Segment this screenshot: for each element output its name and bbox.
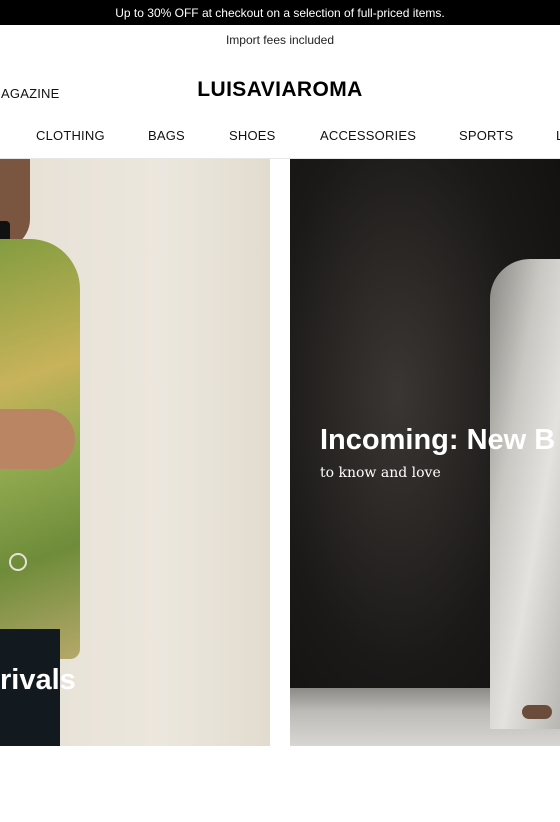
card-title: rivals bbox=[0, 664, 76, 696]
nav-item-sports[interactable]: SPORTS bbox=[459, 128, 513, 143]
site-logo[interactable]: LUISAVIAROMA bbox=[0, 78, 560, 102]
promo-card-new-arrivals[interactable]: rivals bbox=[0, 159, 270, 746]
fees-text: Import fees included bbox=[225, 33, 335, 47]
nav-item-shoes[interactable]: SHOES bbox=[229, 128, 276, 143]
promo-banner[interactable]: Up to 30% OFF at checkout on a selection… bbox=[0, 0, 560, 25]
card-subtitle: to know and love bbox=[320, 465, 441, 481]
nav-item-clothing[interactable]: CLOTHING bbox=[36, 128, 105, 143]
nav-item-bags[interactable]: BAGS bbox=[148, 128, 185, 143]
nav-item-partial[interactable]: L bbox=[556, 128, 560, 143]
model-coat bbox=[490, 259, 560, 729]
ring-detail bbox=[9, 553, 27, 571]
nav-item-accessories[interactable]: ACCESSORIES bbox=[320, 128, 416, 143]
card-title: Incoming: New B bbox=[320, 424, 556, 456]
import-fees-note: Import fees included bbox=[0, 25, 560, 55]
main-nav: CLOTHING BAGS SHOES ACCESSORIES SPORTS L bbox=[0, 122, 560, 159]
promo-card-incoming[interactable]: Incoming: New B to know and love bbox=[290, 159, 560, 746]
model-arm bbox=[0, 409, 75, 469]
promo-text: Up to 30% OFF at checkout on a selection… bbox=[115, 5, 445, 20]
model-foot bbox=[522, 705, 552, 719]
logo-text: LUISAVIAROMA bbox=[197, 78, 363, 101]
